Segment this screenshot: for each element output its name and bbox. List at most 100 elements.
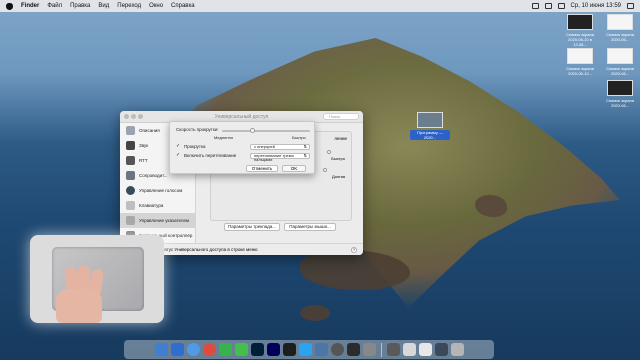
- audition-icon[interactable]: [266, 343, 280, 356]
- menu-app-finder[interactable]: Finder: [21, 3, 39, 9]
- slider-knob-fragment[interactable]: [327, 150, 331, 154]
- desktop-file-icon[interactable]: Снимок экрана 2020-06-10...: [560, 48, 600, 76]
- menu-bar: Finder Файл Правка Вид Переход Окно Спра…: [0, 0, 640, 12]
- trash-icon[interactable]: [450, 343, 464, 356]
- sidebar-item-label: RTT: [139, 158, 148, 163]
- chrome-icon[interactable]: [202, 343, 216, 356]
- menu-edit[interactable]: Правка: [70, 3, 90, 9]
- sidebar-item-label: Описания: [139, 128, 160, 133]
- drag-checkbox[interactable]: ✓: [176, 153, 181, 158]
- pointer-control-icon: [126, 216, 135, 225]
- drag-mode-value: перетягивание тремя пальцами: [254, 153, 294, 162]
- menu-view[interactable]: Вид: [98, 3, 109, 9]
- desktop-file-icon[interactable]: Снимок экрана 2020-06...: [600, 14, 640, 42]
- rtt-icon: [126, 156, 135, 165]
- window-thumbnail-icon[interactable]: [402, 343, 416, 356]
- messages-icon[interactable]: [218, 343, 232, 356]
- trackpad-options-button[interactable]: Параметры трекпада...: [224, 223, 280, 231]
- file-thumbnail: [567, 48, 593, 64]
- file-thumbnail: [607, 14, 633, 30]
- telegram-icon[interactable]: [298, 343, 312, 356]
- mouse-options-button[interactable]: Параметры мыши...: [284, 223, 336, 231]
- chevron-updown-icon: ⇅: [303, 144, 307, 149]
- wifi-icon[interactable]: [544, 3, 552, 9]
- descriptions-icon: [126, 126, 135, 135]
- apple-menu-icon[interactable]: [6, 2, 13, 10]
- trackpad-options-sheet: Скорость прокрутки: Медленно Быстро ✓ Пр…: [169, 121, 315, 174]
- menu-file[interactable]: Файл: [47, 3, 62, 9]
- scroll-check-label: Прокрутка: [184, 144, 206, 149]
- sidebar-item-pointer-control[interactable]: Управление указателем: [120, 213, 195, 228]
- scroll-speed-slider[interactable]: [222, 130, 310, 132]
- scroll-mode-popup[interactable]: с инерцией ⇅: [250, 144, 310, 150]
- desktop-file-icon[interactable]: Снимок экрана 2020-06...: [600, 48, 640, 76]
- window-title: Универсальный доступ: [214, 113, 269, 120]
- facetime-icon[interactable]: [234, 343, 248, 356]
- app-icon[interactable]: [330, 343, 344, 356]
- desktop-selected-file-icon[interactable]: Программу — 2020...: [410, 112, 450, 140]
- hand-image: [48, 265, 106, 323]
- file-thumbnail: [417, 112, 443, 128]
- sidebar-item-keyboard[interactable]: Клавиатура: [120, 198, 195, 213]
- slider-knob-fragment[interactable]: [323, 168, 327, 172]
- trackpad-demo-overlay: [30, 235, 164, 323]
- safari-icon[interactable]: [186, 343, 200, 356]
- ok-button[interactable]: OK: [282, 165, 306, 172]
- desktop-file-label: Снимок экрана 2020-06-10 в 13.55...: [566, 32, 594, 47]
- captions-icon: [126, 171, 135, 180]
- desktop-file-label: Программу — 2020...: [410, 130, 450, 140]
- speaker-icon: [126, 141, 135, 150]
- sidebar-item-label: Управление голосом: [139, 188, 183, 193]
- scroll-mode-value: с инерцией: [254, 144, 275, 149]
- window-thumbnail-icon[interactable]: [386, 343, 400, 356]
- sidebar-item-label: Звук: [139, 143, 149, 148]
- drag-mode-popup[interactable]: перетягивание тремя пальцами ⇅: [250, 153, 310, 162]
- vk-icon[interactable]: [314, 343, 328, 356]
- long-label-fragment: Долгая: [332, 174, 345, 179]
- slow-label: Медленно: [214, 135, 234, 140]
- wallpaper-rock-small: [300, 305, 330, 321]
- photoshop-icon[interactable]: [250, 343, 264, 356]
- help-button[interactable]: ?: [351, 247, 357, 253]
- final-cut-icon[interactable]: [282, 343, 296, 356]
- downloads-icon[interactable]: [434, 343, 448, 356]
- file-thumbnail: [607, 80, 633, 96]
- file-thumbnail: [607, 48, 633, 64]
- desktop-file-label: Снимок экрана 2020-06-10...: [566, 66, 594, 76]
- desktop-file-icon[interactable]: Снимок экрана 2020-06-10 в 13.55...: [560, 14, 600, 47]
- launchpad-icon[interactable]: [170, 343, 184, 356]
- palm: [56, 289, 102, 323]
- desktop-file-label: Снимок экрана 2020-06...: [606, 98, 634, 108]
- file-thumbnail: [567, 14, 593, 30]
- tab-fragment: ление: [334, 136, 347, 141]
- sidebar-item-label: Управление указателем: [139, 218, 190, 223]
- sidebar-item-label: Клавиатура: [139, 203, 164, 208]
- chevron-updown-icon: ⇅: [303, 153, 307, 158]
- menu-go[interactable]: Переход: [117, 3, 141, 9]
- dock-separator: [380, 342, 382, 357]
- menu-help[interactable]: Справка: [171, 3, 195, 9]
- scroll-checkbox[interactable]: ✓: [176, 144, 181, 149]
- fast-label-fragment: Быстро: [331, 156, 345, 161]
- cancel-button[interactable]: Отменить: [246, 165, 278, 172]
- fast-label: Быстро: [292, 135, 306, 140]
- scroll-speed-slider-knob[interactable]: [250, 128, 256, 133]
- status-icon[interactable]: [531, 3, 539, 9]
- desktop-file-icon[interactable]: Снимок экрана 2020-06...: [600, 80, 640, 108]
- app-icon[interactable]: [346, 343, 360, 356]
- keyboard-icon: [126, 201, 135, 210]
- desktop-file-label: Снимок экрана 2020-06...: [606, 66, 634, 76]
- system-preferences-icon[interactable]: [362, 343, 376, 356]
- battery-icon[interactable]: [557, 3, 565, 9]
- sidebar-item-voice-control[interactable]: Управление голосом: [120, 183, 195, 198]
- menu-window[interactable]: Окно: [149, 3, 163, 9]
- spotlight-icon[interactable]: [627, 3, 634, 9]
- drag-check-label: Включить перетягивание: [184, 153, 237, 158]
- voice-control-icon: [126, 186, 135, 195]
- scroll-speed-label: Скорость прокрутки:: [176, 127, 219, 132]
- sidebar-item-label: Сопроводит...: [139, 173, 168, 178]
- menu-clock[interactable]: Ср, 10 июня 13:59: [571, 3, 621, 9]
- dock: [124, 340, 494, 359]
- finder-icon[interactable]: [154, 343, 168, 356]
- window-thumbnail-icon[interactable]: [418, 343, 432, 356]
